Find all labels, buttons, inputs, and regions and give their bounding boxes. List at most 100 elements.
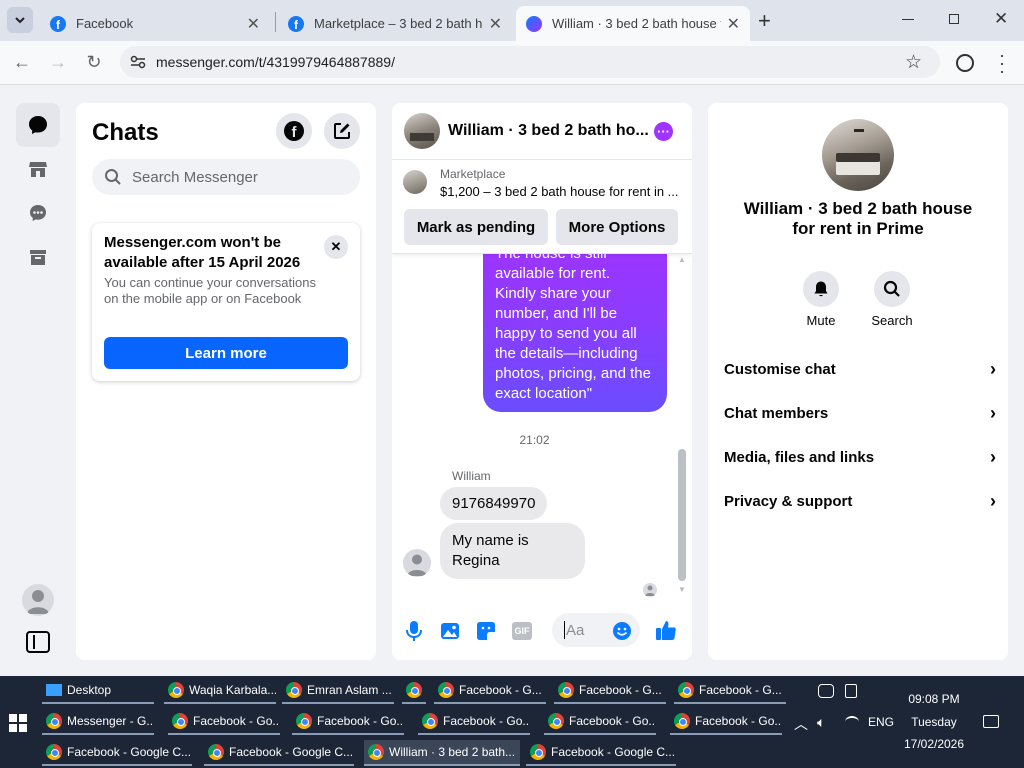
listing-thumbnail[interactable] xyxy=(403,170,427,194)
bookmark-star-icon[interactable]: ☆ xyxy=(905,51,922,74)
restore-window-icon[interactable] xyxy=(949,14,959,24)
listing-title[interactable]: $1,200 – 3 bed 2 bath house for rent in … xyxy=(440,184,679,199)
taskbar-button-desktop[interactable]: Desktop xyxy=(42,678,154,704)
minimize-window-icon[interactable] xyxy=(902,19,914,20)
taskbar-button[interactable]: Facebook - Google C... xyxy=(42,740,192,766)
open-facebook-button[interactable]: f xyxy=(276,113,312,149)
forward-arrow-icon[interactable]: → xyxy=(46,52,70,73)
windows-start-icon[interactable] xyxy=(9,714,27,732)
chrome-icon xyxy=(46,713,62,729)
search-icon xyxy=(105,169,121,185)
tab-marketplace[interactable]: f Marketplace – 3 bed 2 bath house ✕ xyxy=(278,6,512,41)
language-indicator[interactable]: ENG xyxy=(868,715,894,729)
conversation-info-button[interactable]: ··· xyxy=(654,122,673,141)
chrome-icon xyxy=(558,682,574,698)
chrome-icon xyxy=(368,744,384,760)
new-message-button[interactable] xyxy=(324,113,360,149)
scroll-down-arrow-icon[interactable]: ▼ xyxy=(678,585,686,594)
thumbs-up-icon[interactable] xyxy=(655,619,677,641)
chat-header-name[interactable]: William · 3 bed 2 bath ho... xyxy=(448,122,649,140)
close-tab-icon[interactable]: ✕ xyxy=(489,14,502,34)
back-arrow-icon[interactable]: ← xyxy=(10,52,34,73)
close-notice-button[interactable]: ✕ xyxy=(324,235,348,259)
profile-picture[interactable] xyxy=(822,119,894,191)
volume-icon[interactable]: 🔈︎ xyxy=(817,714,825,731)
clock-day[interactable]: Tuesday xyxy=(894,715,974,729)
chats-panel: Chats f Search Messenger Messenger.com w… xyxy=(76,103,376,660)
taskbar-button[interactable]: Facebook - Go... xyxy=(418,709,530,735)
sticker-icon[interactable] xyxy=(476,621,496,641)
clock-time[interactable]: 09:08 PM xyxy=(894,692,974,706)
taskbar-button[interactable]: Facebook - Go... xyxy=(670,709,782,735)
taskbar-button[interactable]: Facebook - Go... xyxy=(544,709,656,735)
chat-members-row[interactable]: Chat members › xyxy=(724,401,996,425)
taskbar-button-active[interactable]: William · 3 bed 2 bath... xyxy=(364,740,520,766)
taskbar-button[interactable]: Facebook - Google C... xyxy=(204,740,354,766)
tab-search-button[interactable] xyxy=(7,7,33,33)
taskbar-button[interactable]: Facebook - Google C... xyxy=(526,740,676,766)
close-tab-icon[interactable]: ✕ xyxy=(247,14,260,34)
notifications-icon[interactable] xyxy=(983,715,999,728)
address-bar[interactable]: messenger.com/t/4319979464887889/ xyxy=(120,46,940,78)
reload-icon[interactable]: ↻ xyxy=(82,52,106,73)
emoji-icon[interactable] xyxy=(612,621,632,641)
customise-chat-row[interactable]: Customise chat › xyxy=(724,357,996,381)
search-conversation-button[interactable] xyxy=(874,271,910,307)
search-placeholder: Search Messenger xyxy=(132,168,258,186)
rail-marketplace-button[interactable] xyxy=(16,147,60,191)
conversation-panel: William · 3 bed 2 bath ho... ··· Marketp… xyxy=(392,103,692,660)
site-settings-icon[interactable] xyxy=(130,55,146,69)
mark-as-pending-button[interactable]: Mark as pending xyxy=(404,209,548,245)
taskbar-button[interactable]: Emran Aslam ... xyxy=(282,678,394,704)
chrome-icon xyxy=(678,682,694,698)
gif-icon[interactable]: GIF xyxy=(512,622,532,640)
rail-archive-button[interactable] xyxy=(16,235,60,279)
incoming-message-bubble[interactable]: 9176849970 xyxy=(440,487,548,520)
taskbar-button[interactable]: Facebook - Go... xyxy=(292,709,404,735)
media-files-links-row[interactable]: Media, files and links › xyxy=(724,445,996,469)
close-window-icon[interactable]: ✕ xyxy=(994,9,1008,29)
clock-date[interactable]: 17/02/2026 xyxy=(894,737,974,751)
privacy-support-row[interactable]: Privacy & support › xyxy=(724,489,996,513)
tab-title: Marketplace – 3 bed 2 bath house xyxy=(314,16,483,31)
image-icon[interactable] xyxy=(440,621,460,641)
outgoing-message-bubble[interactable]: The house is still available for rent. K… xyxy=(483,234,667,412)
close-tab-icon[interactable]: ✕ xyxy=(727,14,740,34)
taskbar-button[interactable]: Facebook - Go... xyxy=(168,709,280,735)
new-tab-button[interactable]: + xyxy=(758,8,771,34)
more-options-button[interactable]: More Options xyxy=(556,209,678,245)
rail-requests-button[interactable] xyxy=(16,191,60,235)
show-hidden-icons-chevron-icon[interactable]: ︿ xyxy=(794,714,808,734)
listing-avatar[interactable] xyxy=(404,113,440,149)
learn-more-button[interactable]: Learn more xyxy=(104,337,348,369)
wifi-icon[interactable] xyxy=(845,716,859,728)
taskbar-button[interactable]: Facebook - G... xyxy=(674,678,786,704)
scroll-up-arrow-icon[interactable]: ▲ xyxy=(678,255,686,264)
taskbar-button[interactable]: Facebook - G... xyxy=(434,678,546,704)
browser-menu-icon[interactable]: · · · xyxy=(999,46,1005,80)
scrollbar-thumb[interactable] xyxy=(678,449,686,581)
taskbar-button[interactable]: Facebook - G... xyxy=(554,678,666,704)
tab-facebook[interactable]: f Facebook ✕ xyxy=(40,6,270,41)
tab-messenger[interactable]: William · 3 bed 2 bath house fo ✕ xyxy=(516,6,750,41)
taskbar-label: Facebook - Go... xyxy=(569,714,656,728)
taskbar-button[interactable] xyxy=(402,678,426,704)
sender-avatar[interactable] xyxy=(403,549,431,577)
search-messenger-input[interactable]: Search Messenger xyxy=(92,159,360,195)
mute-button[interactable] xyxy=(803,271,839,307)
taskbar-label: Facebook - Go... xyxy=(317,714,404,728)
taskbar-label: Facebook - Google C... xyxy=(551,745,676,759)
user-avatar-button[interactable] xyxy=(22,584,54,616)
toggle-sidebar-button[interactable] xyxy=(26,631,50,653)
incoming-message-bubble[interactable]: My name is Regina xyxy=(440,523,585,579)
profile-icon[interactable] xyxy=(956,54,974,72)
onedrive-icon[interactable] xyxy=(818,684,834,698)
microphone-icon[interactable] xyxy=(404,620,424,642)
tray-app-icon[interactable] xyxy=(845,684,857,698)
taskbar-button[interactable]: Waqia Karbala... xyxy=(164,678,276,704)
taskbar-label: William · 3 bed 2 bath... xyxy=(389,745,516,759)
row-label: Chat members xyxy=(724,404,829,422)
rail-chats-button[interactable] xyxy=(16,103,60,147)
messages-scrollbar[interactable]: ▲ ▼ xyxy=(678,255,686,595)
taskbar-button[interactable]: Messenger - G... xyxy=(42,709,154,735)
